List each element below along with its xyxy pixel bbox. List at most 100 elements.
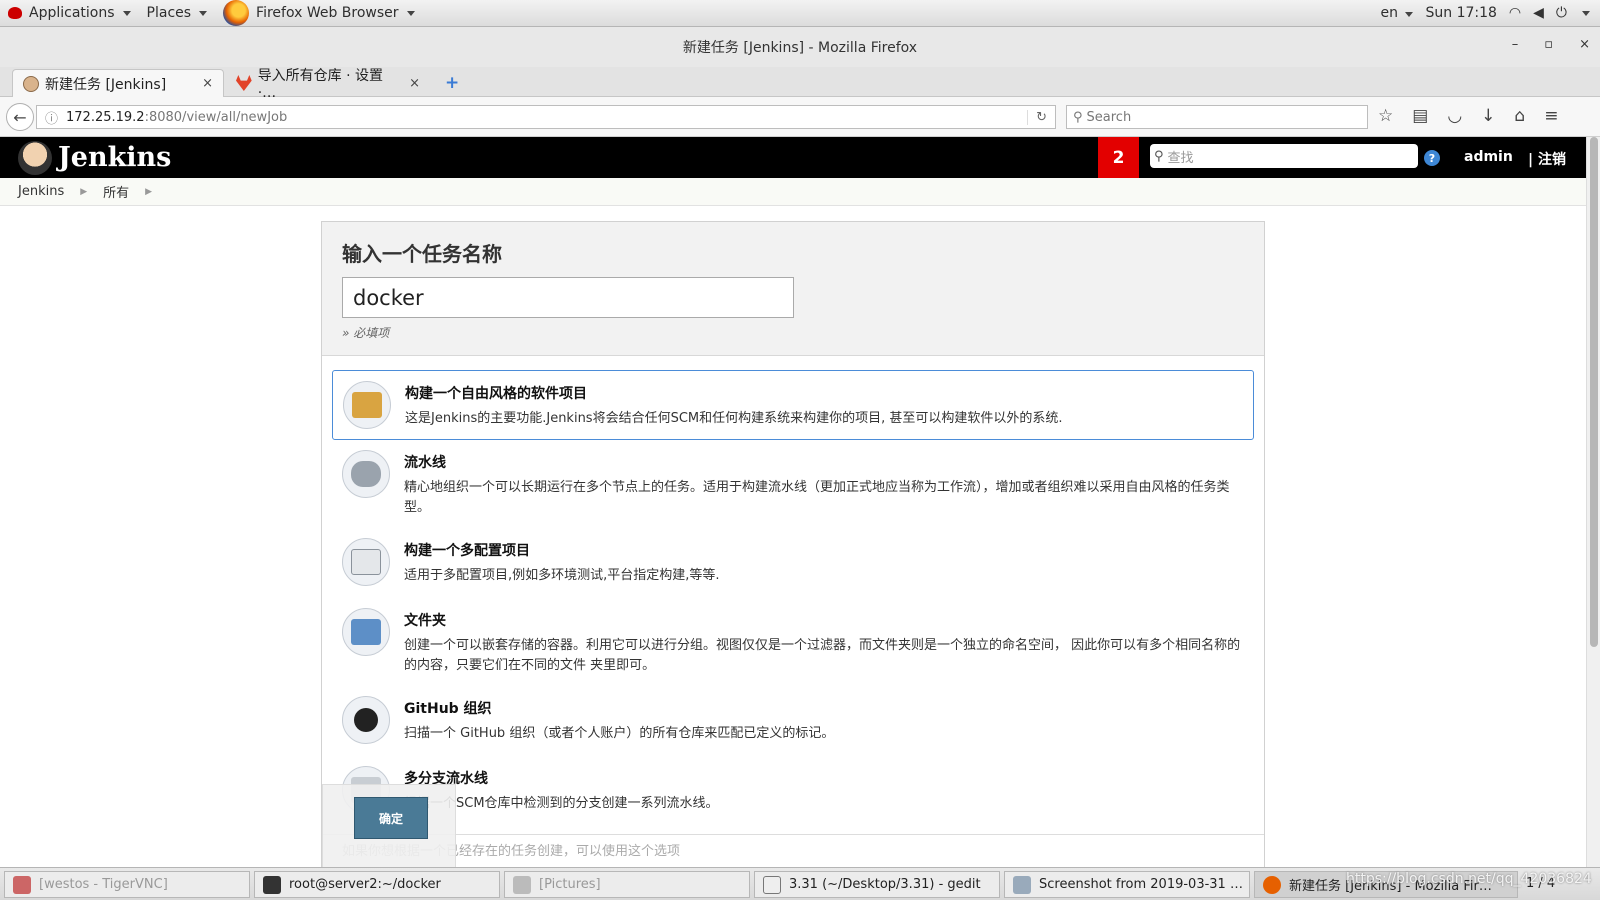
applications-label: Applications xyxy=(29,5,115,21)
image-viewer-icon xyxy=(1013,875,1031,894)
job-type-folder[interactable]: 文件夹 创建一个可以嵌套存储的容器。利用它可以进行分组。视图仅仅是一个过滤器，而… xyxy=(332,598,1254,686)
taskbar-item-label: 3.31 (~/Desktop/3.31) - gedit xyxy=(789,877,981,892)
pocket-icon[interactable]: ◡ xyxy=(1447,106,1462,126)
job-type-title: GitHub 组织 xyxy=(404,701,492,717)
taskbar-item-terminal[interactable]: root@server2:~/docker xyxy=(254,871,500,898)
taskbar-item-tigervnc[interactable]: [westos - TigerVNC] xyxy=(4,871,250,898)
chevron-right-icon[interactable]: ▶ xyxy=(145,187,152,197)
firefox-icon xyxy=(1263,875,1281,894)
browser-search-input[interactable]: ⚲ Search xyxy=(1066,105,1368,129)
job-name-input[interactable] xyxy=(342,277,794,318)
active-app-label: Firefox Web Browser xyxy=(256,5,399,21)
logout-link[interactable]: | 注销 xyxy=(1528,149,1566,169)
minimize-button[interactable]: – xyxy=(1512,37,1519,52)
job-name-section: 输入一个任务名称 » 必填项 xyxy=(322,222,1264,356)
breadcrumb-jenkins[interactable]: Jenkins xyxy=(18,184,64,199)
window-title: 新建任务 [Jenkins] - Mozilla Firefox xyxy=(682,40,918,56)
folder-icon xyxy=(513,875,531,894)
job-type-pipeline[interactable]: 流水线 精心地组织一个可以长期运行在多个节点上的任务。适用于构建流水线（更加正式… xyxy=(332,440,1254,528)
maximize-button[interactable]: ▫ xyxy=(1544,37,1553,52)
close-window-button[interactable]: × xyxy=(1579,37,1590,52)
breadcrumb: Jenkins ▶ 所有 ▶ xyxy=(0,178,1586,206)
pipeline-icon xyxy=(342,450,390,498)
jenkins-search-input[interactable]: ⚲ 查找 xyxy=(1150,144,1418,168)
language-label: en xyxy=(1380,5,1399,21)
job-type-multibranch[interactable]: 多分支流水线 根据一个SCM仓库中检测到的分支创建一系列流水线。 xyxy=(332,756,1254,824)
taskbar-item-label: [westos - TigerVNC] xyxy=(39,877,168,892)
scrollbar-thumb[interactable] xyxy=(1590,137,1598,647)
job-type-desc: 这是Jenkins的主要功能.Jenkins将会结合任何SCM和任何构建系统来构… xyxy=(405,411,1063,426)
chevron-down-icon xyxy=(199,10,208,16)
language-indicator[interactable]: en xyxy=(1381,5,1414,21)
taskbar-item-pictures[interactable]: [Pictures] xyxy=(504,871,750,898)
reading-list-icon[interactable]: ▤ xyxy=(1412,106,1428,126)
help-icon[interactable]: ? xyxy=(1424,150,1440,166)
jenkins-logo-icon[interactable] xyxy=(18,140,52,175)
user-link[interactable]: admin xyxy=(1464,149,1513,165)
job-type-desc: 创建一个可以嵌套存储的容器。利用它可以进行分组。视图仅仅是一个过滤器，而文件夹则… xyxy=(404,638,1241,673)
page-title: 输入一个任务名称 xyxy=(342,242,502,266)
page-scrollbar[interactable] xyxy=(1586,137,1600,867)
new-job-panel: 输入一个任务名称 » 必填项 构建一个自由风格的软件项目 这是Jenkins的主… xyxy=(321,221,1265,871)
close-tab-icon[interactable]: × xyxy=(409,76,420,91)
job-type-multi-config[interactable]: 构建一个多配置项目 适用于多配置项目,例如多环境测试,平台指定构建,等等. xyxy=(332,528,1254,596)
job-type-github-org[interactable]: GitHub 组织 扫描一个 GitHub 组织（或者个人账户）的所有仓库来匹配… xyxy=(332,686,1254,754)
gitlab-favicon-icon xyxy=(236,75,252,91)
new-tab-button[interactable]: + xyxy=(445,73,459,93)
info-icon[interactable]: ⓘ xyxy=(45,108,58,127)
jenkins-header: Jenkins 2 ⚲ 查找 ? admin | 注销 xyxy=(0,137,1586,178)
power-icon[interactable]: ⏻ xyxy=(1556,5,1567,21)
github-icon xyxy=(342,696,390,744)
jenkins-favicon-icon xyxy=(23,75,39,92)
chevron-right-icon[interactable]: ▶ xyxy=(80,187,87,197)
jenkins-title[interactable]: Jenkins xyxy=(58,142,171,173)
home-icon[interactable]: ⌂ xyxy=(1514,106,1525,126)
url-path: :8080/view/all/newJob xyxy=(144,109,288,125)
bookmark-star-icon[interactable]: ☆ xyxy=(1378,106,1393,126)
tab-jenkins-new-job[interactable]: 新建任务 [Jenkins] × xyxy=(12,69,224,97)
reload-icon[interactable]: ↻ xyxy=(1027,109,1047,125)
job-type-freestyle[interactable]: 构建一个自由风格的软件项目 这是Jenkins的主要功能.Jenkins将会结合… xyxy=(332,370,1254,440)
tab-label: 新建任务 [Jenkins] xyxy=(45,76,167,93)
multi-config-icon xyxy=(342,538,390,586)
wifi-icon[interactable]: ◠ xyxy=(1509,5,1521,21)
job-type-desc: 精心地组织一个可以长期运行在多个节点上的任务。适用于构建流水线（更加正式地应当称… xyxy=(404,480,1230,515)
volume-icon[interactable]: ◀ xyxy=(1533,5,1544,21)
search-icon: ⚲ xyxy=(1073,109,1083,125)
taskbar-item-label: root@server2:~/docker xyxy=(289,877,441,892)
breadcrumb-all[interactable]: 所有 xyxy=(103,182,129,201)
folder-icon xyxy=(342,608,390,656)
ok-button[interactable]: 确定 xyxy=(354,797,428,839)
navigation-bar: ← ⓘ 172.25.19.2:8080/view/all/newJob ↻ ⚲… xyxy=(0,97,1600,137)
taskbar-item-label: [Pictures] xyxy=(539,877,601,892)
tab-label: 导入所有仓库 · 设置 ·… xyxy=(257,68,384,101)
places-menu[interactable]: Places xyxy=(139,0,216,27)
close-tab-icon[interactable]: × xyxy=(202,76,213,91)
hamburger-menu-icon[interactable]: ≡ xyxy=(1544,106,1558,126)
taskbar-item-gedit[interactable]: 3.31 (~/Desktop/3.31) - gedit xyxy=(754,871,1000,898)
search-icon: ⚲ xyxy=(1154,148,1164,164)
job-type-title: 文件夹 xyxy=(404,613,446,629)
taskbar-item-label: Screenshot from 2019-03-31 … xyxy=(1039,877,1243,892)
places-label: Places xyxy=(146,5,192,21)
job-type-desc: 适用于多配置项目,例如多环境测试,平台指定构建,等等. xyxy=(404,568,720,583)
applications-menu[interactable]: Applications xyxy=(0,0,139,27)
window-title-bar: 新建任务 [Jenkins] - Mozilla Firefox – ▫ × xyxy=(0,27,1600,67)
job-type-title: 构建一个多配置项目 xyxy=(404,543,530,559)
chevron-down-icon[interactable] xyxy=(1582,10,1590,16)
url-bar[interactable]: ⓘ 172.25.19.2:8080/view/all/newJob ↻ xyxy=(36,105,1056,129)
active-app-menu[interactable]: Firefox Web Browser xyxy=(215,0,423,27)
url-host: 172.25.19.2 xyxy=(66,109,145,125)
watermark: https://blog.csdn.net/qq_42036824 xyxy=(1346,871,1592,887)
ok-button-container: 确定 xyxy=(322,784,456,870)
tab-gitlab-import[interactable]: 导入所有仓库 · 设置 ·… × xyxy=(226,68,430,101)
text-editor-icon xyxy=(763,875,781,894)
taskbar-item-screenshot[interactable]: Screenshot from 2019-03-31 … xyxy=(1004,871,1250,898)
vnc-icon xyxy=(13,875,31,894)
chevron-down-icon xyxy=(1405,12,1414,17)
notification-badge[interactable]: 2 xyxy=(1098,137,1139,178)
download-icon[interactable]: ↓ xyxy=(1481,106,1495,126)
clock[interactable]: Sun 17:18 xyxy=(1425,5,1496,21)
job-type-title: 流水线 xyxy=(404,455,446,471)
back-button[interactable]: ← xyxy=(6,103,34,131)
